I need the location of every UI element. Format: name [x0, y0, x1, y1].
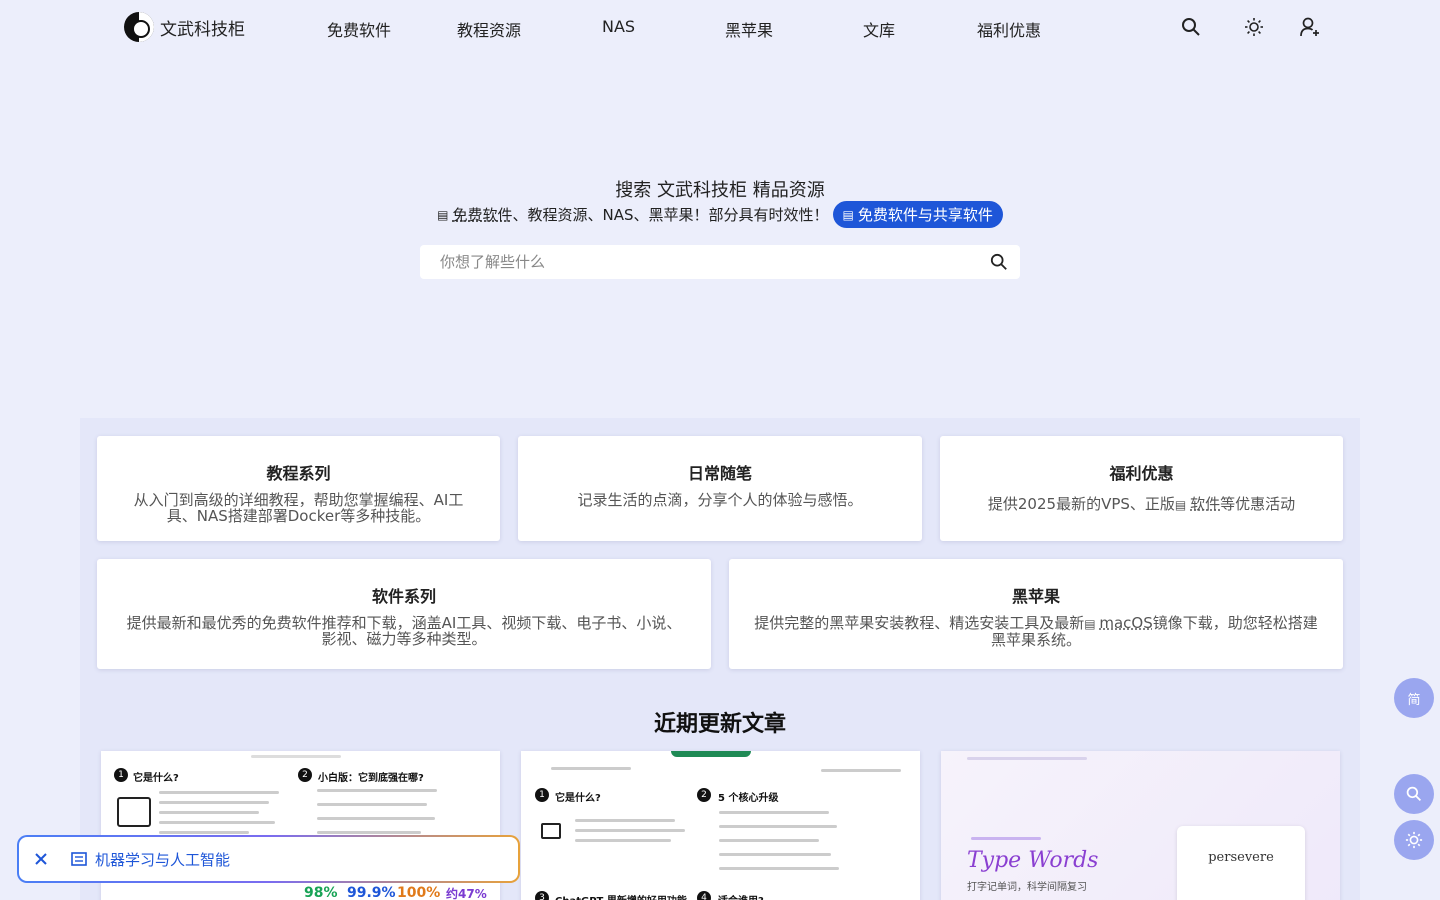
document-icon: ▤ [1174, 498, 1191, 512]
card-title: 教程系列 [266, 464, 331, 483]
floating-search-button[interactable] [1394, 774, 1434, 814]
thumb-heading: 适合谁用? [718, 892, 764, 900]
category-card-software[interactable]: 软件系列 提供最新和最优秀的免费软件推荐和下载，涵盖AI工具、视频下载、电子书、… [97, 559, 711, 669]
hero-pill-label: 免费软件与共享软件 [857, 206, 993, 224]
thumb-heading: 5 个核心升级 [718, 793, 779, 804]
article-thumbnail[interactable]: Type Words 打字记单词，科学间隔复习 persevere [941, 751, 1340, 900]
card-title: 黑苹果 [1011, 587, 1060, 606]
card-title: 软件系列 [371, 587, 436, 606]
word-text: persevere [1208, 850, 1274, 865]
close-icon[interactable] [33, 851, 49, 867]
theme-sun-icon [1405, 831, 1423, 849]
thumb-heading: ChatGPT 里新增的好用功能 [555, 892, 687, 900]
toast-category-label: 机器学习与人工智能 [95, 850, 231, 869]
hero-link-free-software[interactable]: 免费软件 [452, 204, 512, 225]
search-box [420, 245, 1020, 279]
card-link-software[interactable]: 软件 [1190, 495, 1220, 513]
search-icon [1406, 786, 1422, 802]
monitor-icon [117, 797, 151, 827]
language-toggle-button[interactable]: 简 [1394, 678, 1434, 718]
document-icon: ▤ [437, 207, 449, 222]
hero-subtitle-text: 、教程资源、NAS、黑苹果！部分具有时效性！ [512, 206, 829, 224]
nav-item-nas[interactable]: NAS [602, 17, 635, 36]
thumb-heading: 它是什么? [133, 773, 179, 784]
hero-category-pill[interactable]: ▤ 免费软件与共享软件 [832, 201, 1003, 228]
category-card-tutorials[interactable]: 教程系列 从入门到高级的详细教程，帮助您掌握编程、AI工具、NAS搭建部署Doc… [97, 436, 500, 541]
category-card-deals[interactable]: 福利优惠 提供2025最新的VPS、正版▤ 软件等优惠活动 [940, 436, 1343, 541]
news-icon [71, 852, 87, 866]
step-number: 1 [535, 788, 549, 802]
card-description: 提供最新和最优秀的免费软件推荐和下载，涵盖AI工具、视频下载、电子书、小说、影视… [126, 614, 682, 648]
nav-item-tutorials[interactable]: 教程资源 [457, 17, 521, 41]
user-add-icon[interactable] [1299, 16, 1321, 38]
card-description-text: 等优惠活动 [1220, 495, 1296, 513]
floating-theme-button[interactable] [1394, 820, 1434, 860]
hero-title: 搜索 文武科技柜 精品资源 [615, 180, 825, 201]
stat-value: 约47% [446, 887, 487, 900]
nav-item-deals[interactable]: 福利优惠 [977, 17, 1041, 41]
recent-articles-title: 近期更新文章 [653, 712, 786, 737]
card-description: 提供2025最新的VPS、正版▤ 软件等优惠活动 [964, 496, 1319, 513]
stat-value: 99.9% [347, 885, 396, 900]
card-title: 福利优惠 [1109, 464, 1174, 483]
card-title: 日常随笔 [687, 464, 752, 483]
nav-item-library[interactable]: 文库 [863, 17, 895, 41]
site-logo[interactable]: 文武科技柜 [124, 12, 245, 42]
category-toast: 机器学习与人工智能 [17, 835, 520, 883]
image-icon [541, 823, 561, 839]
card-link-macos[interactable]: macOS [1099, 614, 1152, 632]
step-number: 3 [535, 891, 549, 900]
category-card-hackintosh[interactable]: 黑苹果 提供完整的黑苹果安装教程、精选安装工具及最新▤ macOS镜像下载，助您… [729, 559, 1343, 669]
article-thumbnail[interactable]: 1 它是什么? 2 5 个核心升级 3 ChatGPT 里新增的好用功能 4 适… [521, 751, 920, 900]
logo-mark-icon [124, 12, 154, 42]
thumb-subtitle: 打字记单词，科学间隔复习 [967, 882, 1087, 893]
nav-item-hackintosh[interactable]: 黑苹果 [725, 17, 773, 41]
word-card: persevere [1177, 826, 1305, 900]
document-icon: ▤ [1084, 617, 1100, 631]
category-card-daily-notes[interactable]: 日常随笔 记录生活的点滴，分享个人的体验与感悟。 [518, 436, 922, 541]
search-input[interactable] [440, 253, 990, 271]
nav-item-free-software[interactable]: 免费软件 [327, 17, 391, 41]
brand-name: 文武科技柜 [160, 19, 245, 40]
card-description: 提供完整的黑苹果安装教程、精选安装工具及最新▤ macOS镜像下载，助您轻松搭建… [753, 615, 1319, 648]
card-description-text: 提供完整的黑苹果安装教程、精选安装工具及最新 [754, 614, 1085, 632]
step-number: 4 [697, 891, 711, 900]
thumb-heading: 小白版：它到底强在哪? [318, 773, 424, 784]
card-description: 记录生活的点滴，分享个人的体验与感悟。 [577, 491, 863, 509]
search-submit-icon[interactable] [990, 253, 1008, 271]
theme-sun-icon[interactable] [1243, 16, 1265, 38]
hero-subtitle: ▤ 免费软件 、教程资源、NAS、黑苹果！部分具有时效性！ ▤ 免费软件与共享软… [0, 201, 1440, 228]
card-description-text: 提供2025最新的VPS、正版 [987, 495, 1175, 513]
search-icon[interactable] [1180, 16, 1202, 38]
stat-value: 98% [304, 885, 338, 900]
document-icon: ▤ [842, 207, 854, 222]
step-number: 1 [114, 768, 128, 782]
stat-value: 100% [397, 885, 441, 900]
language-label: 简 [1407, 692, 1421, 708]
step-number: 2 [697, 788, 711, 802]
thumb-title: Type Words [967, 848, 1099, 873]
toast-category-link[interactable]: 机器学习与人工智能 [71, 849, 230, 870]
site-header: 文武科技柜 免费软件 教程资源 NAS 黑苹果 文库 福利优惠 [0, 0, 1440, 56]
step-number: 2 [298, 768, 312, 782]
thumb-heading: 它是什么? [555, 793, 601, 804]
card-description: 从入门到高级的详细教程，帮助您掌握编程、AI工具、NAS搭建部署Docker等多… [133, 491, 464, 525]
